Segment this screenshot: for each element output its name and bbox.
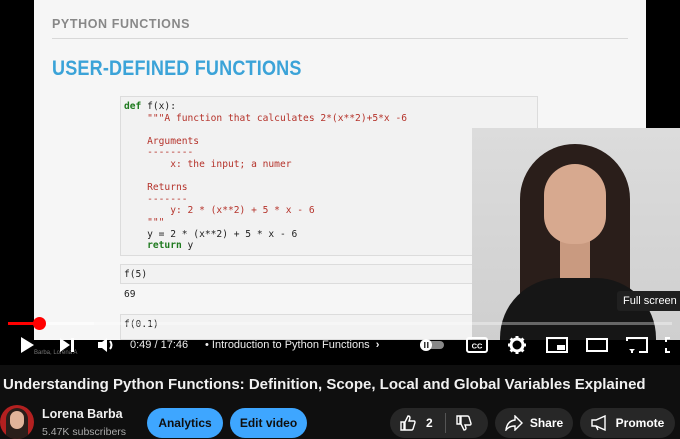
- code-keyword-return: return: [147, 240, 182, 252]
- autoplay-toggle-icon: [420, 339, 444, 351]
- code-keyword-def: def: [124, 101, 142, 112]
- code-line: y: 2 * (x**2) + 5 * x - 6: [124, 205, 315, 217]
- promote-button[interactable]: Promote: [580, 408, 675, 438]
- avatar[interactable]: [0, 405, 34, 439]
- captions-button[interactable]: CC: [466, 335, 488, 355]
- code-line: Returns: [124, 182, 188, 194]
- cast-icon: [626, 337, 648, 353]
- code-line: Arguments: [124, 135, 200, 147]
- progress-bar[interactable]: [8, 322, 672, 325]
- share-button[interactable]: Share: [495, 408, 573, 438]
- analytics-button[interactable]: Analytics: [147, 408, 223, 438]
- settings-button[interactable]: [506, 335, 528, 355]
- miniplayer-button[interactable]: [546, 335, 568, 355]
- player-controls: 0:49 / 17:46 • Introduction to Python Fu…: [0, 330, 680, 360]
- dislike-button[interactable]: [456, 415, 472, 431]
- thumbs-down-icon: [456, 415, 472, 431]
- svg-text:CC: CC: [472, 342, 483, 351]
- next-icon: [60, 338, 74, 352]
- code-line: """A function that calculates 2*(x**2)+5…: [124, 112, 408, 124]
- code-line: """: [124, 216, 165, 228]
- gear-icon: [508, 336, 526, 354]
- slide-content: PYTHON FUNCTIONS USER-DEFINED FUNCTIONS …: [34, 0, 680, 340]
- code-line: --------: [124, 147, 194, 159]
- code-line: y = 2 * (x**2) + 5 * x - 6: [124, 228, 298, 240]
- code-line: y: [181, 240, 194, 252]
- volume-icon: [98, 338, 113, 352]
- theater-mode-button[interactable]: [586, 335, 608, 355]
- video-title: Understanding Python Functions: Definiti…: [3, 376, 646, 393]
- share-label: Share: [529, 416, 564, 430]
- code-line: f(x):: [141, 101, 176, 112]
- slide-divider: [52, 38, 628, 39]
- code-line: x: the input; a numer: [124, 158, 292, 170]
- captions-icon: CC: [466, 337, 488, 353]
- slide-title: USER-DEFINED FUNCTIONS: [52, 57, 302, 80]
- chapter-label: Introduction to Python Functions: [211, 339, 370, 351]
- like-divider: [445, 413, 446, 433]
- share-icon: [504, 415, 523, 431]
- code-line: -------: [124, 193, 188, 205]
- time-display: 0:49 / 17:46: [130, 339, 189, 351]
- next-button[interactable]: [56, 335, 78, 355]
- fullscreen-tooltip: Full screen: [617, 291, 680, 311]
- video-player[interactable]: PYTHON FUNCTIONS USER-DEFINED FUNCTIONS …: [0, 0, 680, 365]
- like-count: 2: [426, 416, 433, 430]
- megaphone-icon: [590, 415, 606, 431]
- chevron-right-icon: ›: [375, 339, 380, 351]
- edit-video-button[interactable]: Edit video: [230, 408, 307, 438]
- cast-button[interactable]: [626, 335, 648, 355]
- play-icon: [21, 337, 34, 353]
- like-dislike-group: 2: [390, 408, 488, 438]
- avatar-face: [10, 411, 24, 429]
- promote-label: Promote: [615, 416, 665, 430]
- miniplayer-icon: [546, 337, 568, 353]
- channel-name[interactable]: Lorena Barba: [42, 407, 123, 421]
- fullscreen-icon: [665, 337, 670, 353]
- cell-output: 69: [124, 289, 136, 300]
- like-button[interactable]: 2: [400, 415, 433, 431]
- theater-mode-icon: [586, 338, 608, 352]
- volume-button[interactable]: [96, 335, 118, 355]
- slide-header: PYTHON FUNCTIONS: [52, 17, 191, 31]
- progress-scrubber[interactable]: [32, 317, 46, 330]
- thumbs-up-icon: [400, 415, 416, 431]
- presenter-face: [544, 164, 606, 244]
- chapter-separator: •: [205, 339, 212, 351]
- chapter-title[interactable]: • Introduction to Python Functions ›: [205, 339, 379, 351]
- play-button[interactable]: [16, 335, 38, 355]
- fullscreen-button[interactable]: [664, 335, 678, 355]
- subscriber-count: 5.47K subscribers: [42, 426, 127, 438]
- autoplay-toggle[interactable]: [418, 335, 446, 355]
